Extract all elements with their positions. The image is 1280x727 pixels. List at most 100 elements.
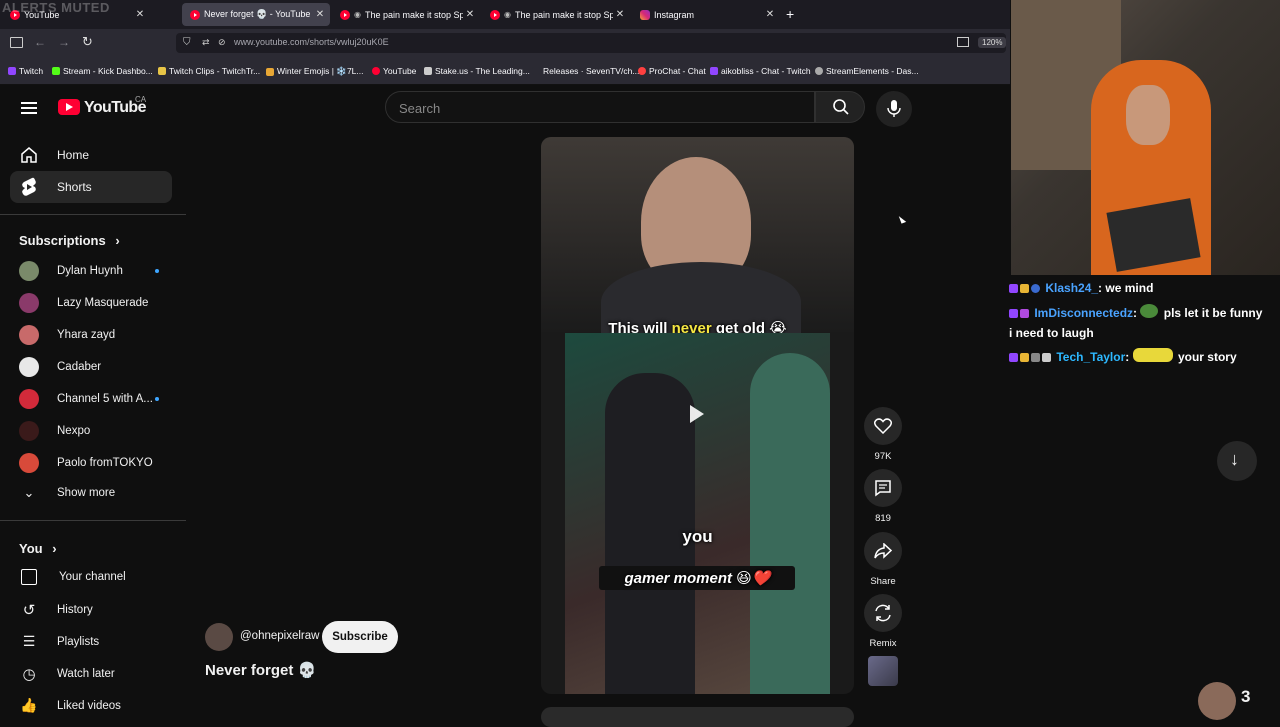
sidebar-toggle-icon[interactable] — [10, 37, 23, 48]
sidebar-item-watch-later[interactable]: ◷ Watch later — [19, 665, 159, 683]
avatar — [19, 389, 39, 409]
sidebar-item-your-channel[interactable]: Your channel — [19, 569, 159, 585]
reader-view-icon[interactable] — [957, 37, 969, 47]
channel-handle[interactable]: @ohnepixelraw — [240, 630, 319, 642]
youtube-logo-icon[interactable] — [58, 99, 80, 115]
search-input[interactable] — [386, 92, 801, 124]
like-count: 97K — [874, 451, 892, 462]
remix-action[interactable]: Remix — [864, 594, 902, 649]
subscription-item[interactable]: Lazy Masquerade — [19, 293, 159, 313]
caption-gamer: gamer moment 😆❤️ — [624, 570, 771, 587]
heart-icon — [874, 418, 892, 434]
close-tab-icon[interactable]: ✕ — [133, 9, 147, 20]
like-button[interactable] — [864, 407, 902, 445]
share-icon — [874, 543, 892, 559]
avatar — [19, 325, 39, 345]
sidebar-item-shorts[interactable]: Shorts — [10, 171, 172, 203]
badge-icon — [1031, 353, 1040, 362]
badge-icon — [1031, 284, 1040, 293]
video-bottom-frame — [565, 333, 830, 694]
shorts-icon — [19, 177, 39, 197]
badge-icon — [1020, 353, 1029, 362]
close-tab-icon[interactable]: ✕ — [763, 9, 777, 20]
share-action[interactable]: Share — [864, 532, 902, 587]
bookmark-kick[interactable]: Stream - Kick Dashbo... — [52, 66, 153, 76]
playlists-icon: ☰ — [22, 633, 36, 649]
voice-search-button[interactable] — [876, 91, 912, 127]
subscription-item[interactable]: Cadaber — [19, 357, 159, 377]
back-arrow-icon[interactable]: ← — [34, 35, 46, 49]
close-tab-icon[interactable]: ✕ — [463, 9, 477, 20]
subscriptions-header[interactable]: Subscriptions › — [19, 233, 120, 248]
subscription-item[interactable]: Paolo fromTOKYO — [19, 453, 159, 473]
channel-avatar[interactable] — [205, 623, 233, 651]
bookmark-prochat[interactable]: ProChat - Chat — [638, 66, 706, 76]
subscribe-button[interactable]: Subscribe — [322, 621, 398, 653]
next-short-preview[interactable] — [541, 707, 854, 727]
comment-icon — [875, 480, 891, 497]
hamburger-menu-icon[interactable] — [21, 99, 37, 117]
instagram-favicon-icon — [640, 9, 650, 20]
youtube-favicon-icon — [190, 9, 200, 20]
sound-thumbnail[interactable] — [868, 656, 898, 686]
short-video-player[interactable]: This will never get old 😭 you gamer mome… — [541, 137, 854, 694]
reload-icon[interactable]: ↻ — [82, 34, 93, 50]
avatar — [19, 357, 39, 377]
tab-pain-make-it-stop-2[interactable]: ◉ The pain make it stop Spide ✕ — [482, 3, 630, 26]
streamelements-icon — [815, 67, 823, 75]
remix-button[interactable] — [864, 594, 902, 632]
show-more-button[interactable]: ⌄ Show more — [19, 485, 159, 501]
tab-pain-make-it-stop-1[interactable]: ◉ The pain make it stop Spide ✕ — [332, 3, 480, 26]
tracking-icon[interactable]: ⊘ — [218, 37, 226, 48]
chevron-down-icon: ⌄ — [23, 485, 35, 500]
bookmark-youtube[interactable]: YouTube — [372, 66, 416, 76]
you-header[interactable]: You › — [19, 541, 57, 556]
tab-instagram[interactable]: Instagram ✕ — [632, 3, 780, 26]
search-box[interactable] — [385, 91, 815, 124]
bookmark-streamelements[interactable]: StreamElements - Das... — [815, 66, 919, 76]
play-icon[interactable] — [690, 405, 704, 423]
zoom-level[interactable]: 120% — [978, 37, 1007, 48]
github-icon — [532, 67, 540, 75]
sidebar-item-history[interactable]: ↺ History — [19, 601, 159, 619]
your-channel-icon — [21, 569, 37, 585]
chat-message-continued: i need to laugh — [1009, 326, 1094, 340]
bookmark-twitch-clips[interactable]: Twitch Clips - TwitchTr... — [158, 66, 260, 76]
bookmark-aikobliss-chat[interactable]: aikobliss - Chat - Twitch — [710, 66, 811, 76]
bookmark-winter-emojis[interactable]: Winter Emojis | ❄️7L... — [266, 66, 363, 77]
scroll-down-button[interactable]: ↓ — [1217, 441, 1257, 481]
microphone-icon — [887, 100, 901, 117]
sidebar-item-home[interactable]: Home — [10, 139, 172, 171]
pepe-emote-icon — [1140, 304, 1159, 318]
alerts-muted-overlay: ALERTS MUTED — [2, 0, 110, 15]
chat-message: Tech_Taylor: your story — [1009, 348, 1237, 364]
bookmark-seventv[interactable]: Releases · SevenTV/ch... — [532, 66, 639, 76]
like-action[interactable]: 97K — [864, 407, 902, 462]
bookmark-stake[interactable]: Stake.us - The Leading... — [424, 66, 530, 76]
sidebar-item-liked-videos[interactable]: 👍 Liked videos — [19, 697, 159, 714]
url-text[interactable]: www.youtube.com/shorts/vwluj20uK0E — [234, 37, 389, 47]
caption-you: you — [682, 527, 713, 546]
comments-button[interactable] — [864, 469, 902, 507]
country-code: CA — [135, 95, 147, 104]
new-tab-button[interactable]: + — [786, 6, 794, 22]
shield-icon[interactable]: ⛉ — [183, 37, 191, 48]
subscription-item[interactable]: Channel 5 with A... — [19, 389, 159, 409]
share-button[interactable] — [864, 532, 902, 570]
forward-arrow-icon[interactable]: → — [58, 35, 70, 49]
subscription-item[interactable]: Yhara zayd — [19, 325, 159, 345]
tab-never-forget[interactable]: Never forget 💀 - YouTube ✕ — [182, 3, 330, 26]
close-tab-icon[interactable]: ✕ — [613, 9, 627, 20]
permissions-icon[interactable]: ⇄ — [202, 37, 210, 48]
chevron-right-icon: › — [115, 233, 120, 248]
comments-action[interactable]: 819 — [864, 469, 902, 524]
subscription-item[interactable]: Dylan Huynh — [19, 261, 159, 281]
close-tab-icon[interactable]: ✕ — [313, 9, 327, 20]
subscription-item[interactable]: Nexpo — [19, 421, 159, 441]
watch-later-icon: ◷ — [22, 666, 36, 683]
bookmark-twitch[interactable]: Twitch — [8, 66, 43, 76]
search-button[interactable] — [815, 91, 865, 123]
sidebar-item-playlists[interactable]: ☰ Playlists — [19, 633, 159, 650]
divider — [0, 520, 186, 521]
emote-icon — [1132, 348, 1173, 362]
